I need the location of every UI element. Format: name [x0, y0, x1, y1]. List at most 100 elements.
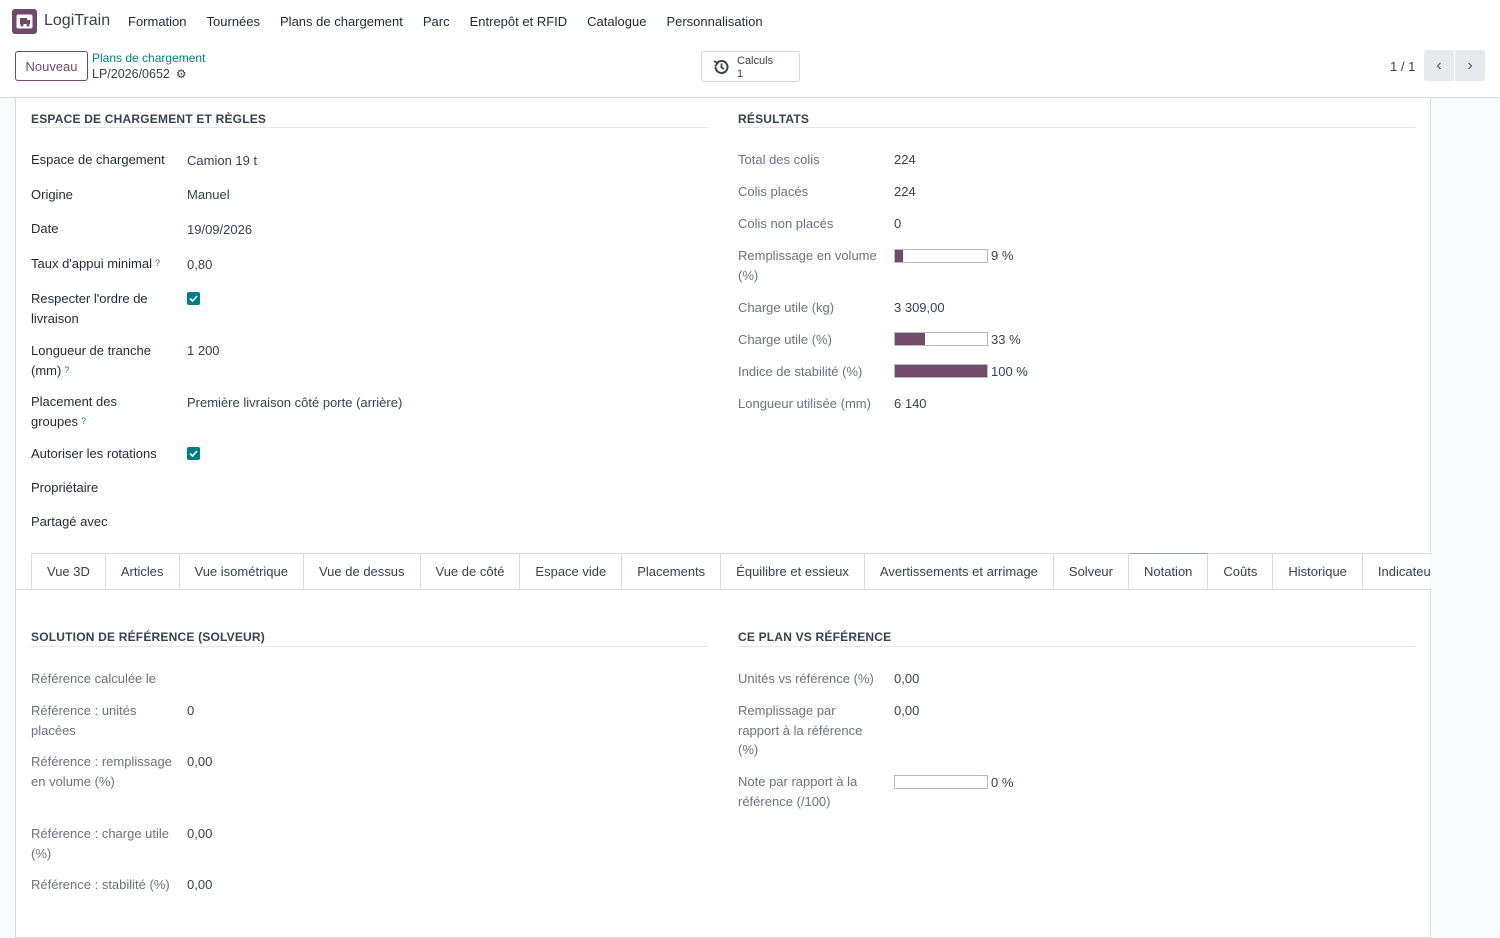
menu-item-tournees[interactable]: Tournées: [207, 14, 260, 29]
label-group-placement: Placement des groupes?: [31, 392, 151, 431]
app-name[interactable]: LogiTrain: [44, 12, 110, 30]
label-length-used: Longueur utilisée (mm): [738, 396, 871, 411]
value-group-placement[interactable]: Première livraison côté porte (arrière): [187, 393, 402, 413]
value-origin[interactable]: Manuel: [187, 185, 230, 205]
tab-side-view[interactable]: Vue de côté: [420, 553, 521, 589]
new-button[interactable]: Nouveau: [15, 51, 88, 81]
group-title-results: RÉSULTATS: [738, 112, 810, 126]
value-length-used: 6 140: [894, 396, 927, 411]
tab-isometric-view[interactable]: Vue isométrique: [179, 553, 304, 589]
group-divider: [738, 127, 1415, 128]
label-allow-rotations: Autoriser les rotations: [31, 446, 157, 461]
label-slice-length-text: Longueur de tranche (mm): [31, 343, 151, 378]
tab-costs[interactable]: Coûts: [1208, 553, 1274, 589]
label-owner: Propriétaire: [31, 480, 99, 495]
group-title-compare: CE PLAN VS RÉFÉRENCE: [738, 630, 892, 644]
breadcrumb-parent[interactable]: Plans de chargement: [92, 51, 205, 65]
tab-articles[interactable]: Articles: [105, 553, 180, 589]
label-slice-length: Longueur de tranche (mm)?: [31, 341, 171, 380]
menu-item-plans-de-chargement[interactable]: Plans de chargement: [280, 14, 403, 29]
checkbox-allow-rotations[interactable]: [187, 447, 200, 460]
label-payload-kg: Charge utile (kg): [738, 300, 835, 315]
value-reference-units: 0: [187, 703, 195, 718]
check-icon: [189, 450, 198, 457]
tab-top-view[interactable]: Vue de dessus: [303, 553, 421, 589]
tab-empty-space[interactable]: Espace vide: [520, 553, 623, 589]
group-title-loading-space: ESPACE DE CHARGEMENT ET RÈGLES: [31, 112, 267, 126]
tab-history[interactable]: Historique: [1273, 553, 1363, 589]
menu-item-parc[interactable]: Parc: [423, 14, 450, 29]
pager-value[interactable]: 1 / 1: [1390, 59, 1415, 74]
label-volume-fill: Remplissage en volume (%): [738, 248, 877, 283]
tab-3d-view[interactable]: Vue 3D: [31, 553, 106, 589]
label-min-support-rate: Taux d'appui minimal?: [31, 254, 160, 274]
menu-item-catalogue[interactable]: Catalogue: [587, 14, 646, 29]
label-reference-payload: Référence : charge utile (%): [31, 826, 170, 861]
app-logo-icon[interactable]: [12, 9, 37, 34]
control-panel: Nouveau Plans de chargement LP/2026/0652…: [0, 44, 1500, 98]
tab-notation[interactable]: Notation: [1128, 553, 1209, 589]
calculs-smart-button[interactable]: Calculs 1: [701, 51, 800, 82]
label-units-vs-reference: Unités vs référence (%): [738, 671, 874, 686]
help-icon[interactable]: ?: [155, 258, 160, 268]
history-icon: [713, 60, 729, 74]
progress-volume-fill: [894, 249, 988, 263]
tab-warnings-lashing[interactable]: Avertissements et arrimage: [864, 553, 1054, 589]
smart-button-value: 1: [737, 68, 744, 80]
tab-placements[interactable]: Placements: [622, 553, 722, 589]
label-payload-pct: Charge utile (%): [738, 332, 832, 347]
value-min-support-rate[interactable]: 0,80: [187, 255, 212, 275]
label-delivery-order: Respecter l'ordre de livraison: [31, 291, 148, 326]
value-reference-stability: 0,00: [187, 877, 213, 892]
value-slice-length[interactable]: 1 200: [187, 341, 220, 361]
help-icon[interactable]: ?: [64, 365, 69, 375]
label-score-vs-reference: Note par rapport à la référence (/100): [738, 774, 858, 809]
tab-solver[interactable]: Solveur: [1053, 553, 1129, 589]
value-payload-kg: 3 309,00: [894, 300, 945, 315]
record-name: LP/2026/0652: [92, 67, 170, 81]
label-origin: Origine: [31, 187, 73, 202]
progress-text-stability-index: 100 %: [991, 364, 1028, 379]
smart-button-label: Calculs: [737, 55, 774, 67]
breadcrumb-current: LP/2026/0652 ⚙: [92, 67, 187, 81]
group-divider: [738, 646, 1415, 647]
progress-payload-pct: [894, 332, 988, 346]
tab-indicators[interactable]: Indicateurs: [1362, 553, 1431, 589]
gear-icon[interactable]: ⚙: [176, 67, 187, 81]
help-icon[interactable]: ?: [81, 416, 86, 426]
checkbox-delivery-order[interactable]: [187, 292, 200, 305]
chevron-left-icon[interactable]: ‹: [1424, 50, 1454, 81]
tab-balance-axles[interactable]: Équilibre et essieux: [721, 553, 865, 589]
progress-fill: [895, 250, 904, 262]
progress-score-vs-reference: [894, 775, 988, 789]
progress-fill: [895, 365, 987, 377]
value-reference-payload: 0,00: [187, 826, 213, 841]
label-placed-parcels: Colis placés: [738, 184, 809, 199]
label-stability-index: Indice de stabilité (%): [738, 364, 863, 379]
value-unplaced-parcels: 0: [894, 216, 902, 231]
progress-text-volume-fill: 9 %: [991, 248, 1014, 263]
group-divider: [31, 127, 708, 128]
progress-fill: [895, 333, 926, 345]
label-min-support-rate-text: Taux d'appui minimal: [31, 256, 152, 271]
value-total-parcels: 224: [894, 152, 916, 167]
menu-item-entrepot-rfid[interactable]: Entrepôt et RFID: [470, 14, 568, 29]
value-fill-vs-reference: 0,00: [894, 703, 920, 718]
top-navbar: LogiTrain Formation Tournées Plans de ch…: [0, 0, 1500, 44]
menu-item-formation[interactable]: Formation: [128, 14, 187, 29]
label-group-placement-text: Placement des groupes: [31, 394, 117, 429]
progress-stability-index: [894, 364, 988, 378]
value-placed-parcels: 224: [894, 184, 916, 199]
group-divider: [31, 646, 708, 647]
value-loading-space[interactable]: Camion 19 t: [187, 151, 257, 171]
chevron-right-icon[interactable]: ›: [1455, 50, 1485, 81]
label-total-parcels: Total des colis: [738, 152, 820, 167]
value-units-vs-reference: 0,00: [894, 671, 920, 686]
progress-text-payload-pct: 33 %: [991, 332, 1021, 347]
check-icon: [189, 295, 198, 302]
progress-text-score-vs-reference: 0 %: [991, 775, 1014, 790]
value-date[interactable]: 19/09/2026: [187, 220, 252, 240]
label-shared-with: Partagé avec: [31, 514, 108, 529]
label-reference-volume-fill: Référence : remplissage en volume (%): [31, 754, 172, 789]
menu-item-personnalisation[interactable]: Personnalisation: [666, 14, 762, 29]
